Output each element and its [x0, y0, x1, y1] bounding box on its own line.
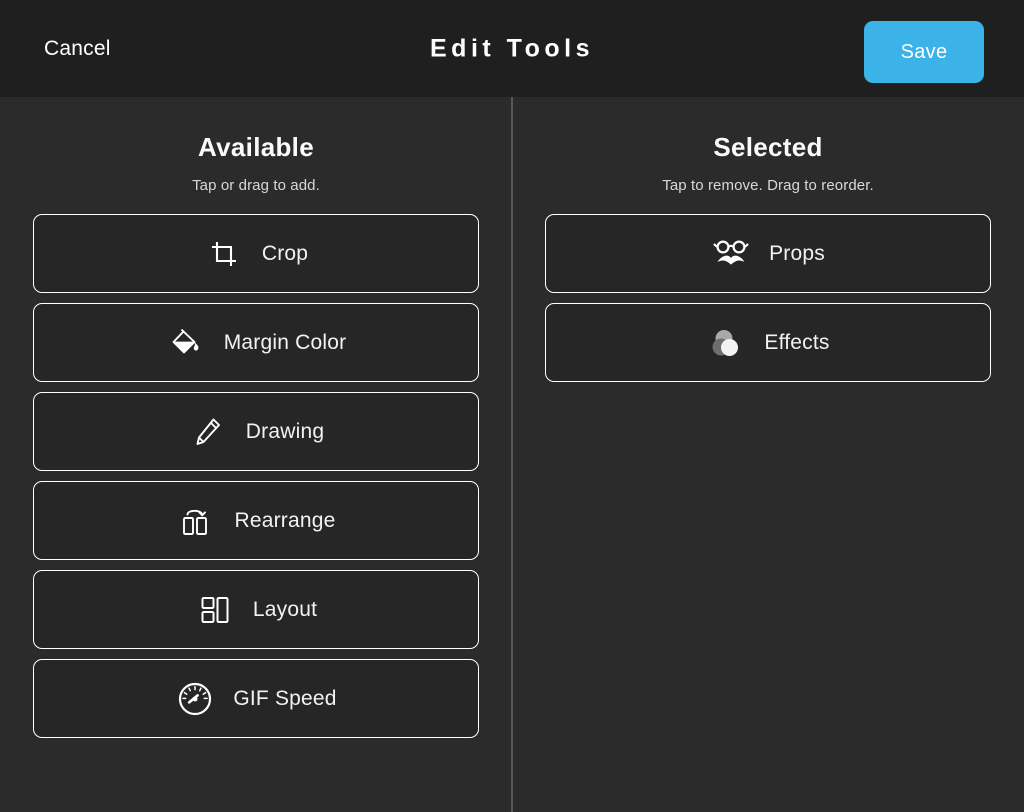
tool-card-rearrange[interactable]: Rearrange — [33, 481, 479, 560]
crop-icon — [204, 234, 244, 274]
available-column: Available Tap or drag to add. Crop Margi… — [0, 97, 512, 812]
tool-card-drawing[interactable]: Drawing — [33, 392, 479, 471]
tool-label: Layout — [252, 597, 318, 621]
tool-label: Drawing — [245, 419, 325, 443]
selected-column-subtitle: Tap to remove. Drag to reorder. — [662, 177, 874, 194]
rearrange-icon — [176, 501, 216, 541]
glasses-mustache-icon — [711, 234, 751, 274]
layout-icon — [195, 590, 235, 630]
save-button[interactable]: Save — [864, 21, 984, 83]
tool-label: Rearrange — [234, 508, 336, 532]
available-column-title: Available — [198, 132, 314, 162]
tool-card-gif-speed[interactable]: GIF Speed — [33, 659, 479, 738]
tools-content: Available Tap or drag to add. Crop Margi… — [0, 97, 1024, 812]
pencil-icon — [188, 412, 228, 452]
selected-column: Selected Tap to remove. Drag to reorder. — [512, 97, 1024, 812]
tool-card-crop[interactable]: Crop — [33, 214, 479, 293]
tool-card-effects[interactable]: Effects — [545, 303, 991, 382]
selected-tool-list: Props Effects — [545, 214, 991, 382]
tool-label: Effects — [764, 330, 830, 354]
paint-bucket-icon — [166, 323, 206, 363]
tool-card-margin-color[interactable]: Margin Color — [33, 303, 479, 382]
tool-card-layout[interactable]: Layout — [33, 570, 479, 649]
speedometer-icon — [175, 679, 215, 719]
column-divider — [511, 97, 513, 812]
tool-label: Props — [769, 241, 825, 265]
available-column-subtitle: Tap or drag to add. — [192, 177, 320, 194]
app-header: Cancel Edit Tools Save — [0, 0, 1024, 97]
tool-label: Margin Color — [223, 330, 347, 354]
available-tool-list: Crop Margin Color Drawing Rearrange Layo… — [33, 214, 479, 738]
tool-label: GIF Speed — [233, 686, 337, 710]
tool-card-props[interactable]: Props — [545, 214, 991, 293]
overlapping-circles-icon — [706, 323, 746, 363]
tool-label: Crop — [261, 241, 309, 265]
selected-column-title: Selected — [713, 132, 823, 162]
